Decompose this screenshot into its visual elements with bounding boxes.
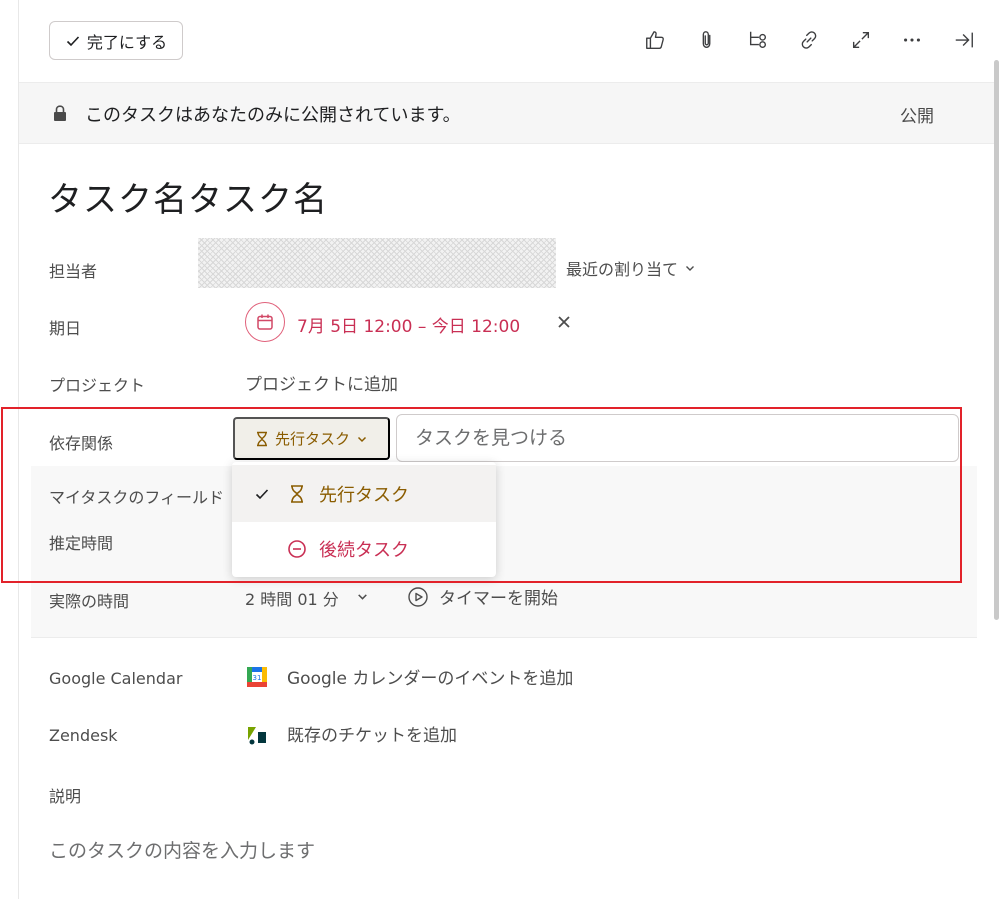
menu-item-successor-label: 後続タスク <box>319 539 409 561</box>
like-button[interactable] <box>643 28 667 52</box>
recent-assignments-label: 最近の割り当て <box>566 260 679 279</box>
menu-item-predecessor[interactable]: 先行タスク <box>232 465 496 522</box>
assignee-label: 担当者 <box>49 262 98 281</box>
zendesk-icon <box>248 726 266 744</box>
assignee-value-redacted[interactable] <box>198 238 556 288</box>
copy-link-button[interactable] <box>797 28 821 52</box>
scrollbar[interactable] <box>994 60 999 620</box>
chevron-down-icon <box>686 266 695 271</box>
dependency-type-menu: 先行タスク 後続タスク <box>232 462 496 577</box>
expand-icon <box>852 31 870 49</box>
privacy-message: このタスクはあなたのみに公開されています。 <box>85 105 461 126</box>
mark-complete-button[interactable]: 完了にする <box>49 21 183 60</box>
add-google-calendar-event-button[interactable]: 31 Google カレンダーのイベントを追加 <box>245 664 573 689</box>
more-actions-button[interactable] <box>900 28 924 52</box>
zendesk-label: Zendesk <box>49 726 118 745</box>
close-panel-icon <box>955 32 973 48</box>
check-icon <box>255 488 269 499</box>
paperclip-icon <box>702 31 711 49</box>
attach-button[interactable] <box>695 28 719 52</box>
google-calendar-icon: 31 <box>247 666 267 687</box>
description-input[interactable]: このタスクの内容を入力します <box>49 836 315 863</box>
google-calendar-label: Google Calendar <box>49 669 183 688</box>
chevron-down-icon[interactable] <box>356 590 369 603</box>
mark-complete-label: 完了にする <box>86 34 168 52</box>
lock-icon <box>54 105 66 121</box>
more-icon <box>904 38 920 42</box>
recent-assignments-dropdown[interactable]: 最近の割り当て <box>566 256 696 280</box>
subtask-button[interactable] <box>746 28 770 52</box>
play-circle-icon <box>408 586 428 607</box>
menu-item-successor[interactable]: 後続タスク <box>232 520 496 577</box>
check-icon <box>66 35 79 46</box>
actual-time-value[interactable]: 2 時間 01 分 <box>245 586 339 610</box>
due-date-value[interactable]: 7月 5日 12:00 – 今日 12:00 <box>297 312 520 337</box>
dependency-type-label: 先行タスク <box>274 431 350 448</box>
add-google-calendar-event-label: Google カレンダーのイベントを追加 <box>287 669 574 689</box>
link-icon <box>801 31 817 49</box>
project-label: プロジェクト <box>49 376 146 395</box>
my-task-fields-label: マイタスクのフィールド <box>49 488 225 507</box>
task-title[interactable]: タスク名タスク名 <box>48 172 328 221</box>
calendar-icon <box>257 314 273 330</box>
add-zendesk-ticket-button[interactable]: 既存のチケットを追加 <box>245 721 457 746</box>
actual-time-label: 実際の時間 <box>49 592 130 611</box>
dependency-label: 依存関係 <box>49 434 114 453</box>
dependency-type-dropdown[interactable]: 先行タスク <box>233 417 390 460</box>
due-date-button[interactable] <box>245 302 285 342</box>
thumbs-up-icon <box>646 31 664 49</box>
description-label: 説明 <box>49 787 82 806</box>
find-task-input[interactable] <box>396 414 959 462</box>
make-public-button[interactable]: 公開 <box>900 102 934 127</box>
blocked-circle-icon <box>288 539 306 558</box>
subtask-icon <box>749 31 767 49</box>
due-date-label: 期日 <box>49 319 82 338</box>
start-timer-label: タイマーを開始 <box>439 589 558 609</box>
hourglass-icon <box>291 484 303 503</box>
add-zendesk-ticket-label: 既存のチケットを追加 <box>287 726 457 746</box>
clear-due-date-icon[interactable] <box>555 313 573 331</box>
add-to-project-button[interactable]: プロジェクトに追加 <box>245 370 398 395</box>
svg-text:31: 31 <box>253 674 262 682</box>
menu-item-predecessor-label: 先行タスク <box>319 484 409 506</box>
hourglass-icon <box>256 431 267 446</box>
expand-button[interactable] <box>849 28 873 52</box>
start-timer-button[interactable]: タイマーを開始 <box>407 584 558 609</box>
estimated-time-label: 推定時間 <box>49 534 114 553</box>
close-panel-button[interactable] <box>952 28 976 52</box>
chevron-down-icon <box>357 436 367 442</box>
